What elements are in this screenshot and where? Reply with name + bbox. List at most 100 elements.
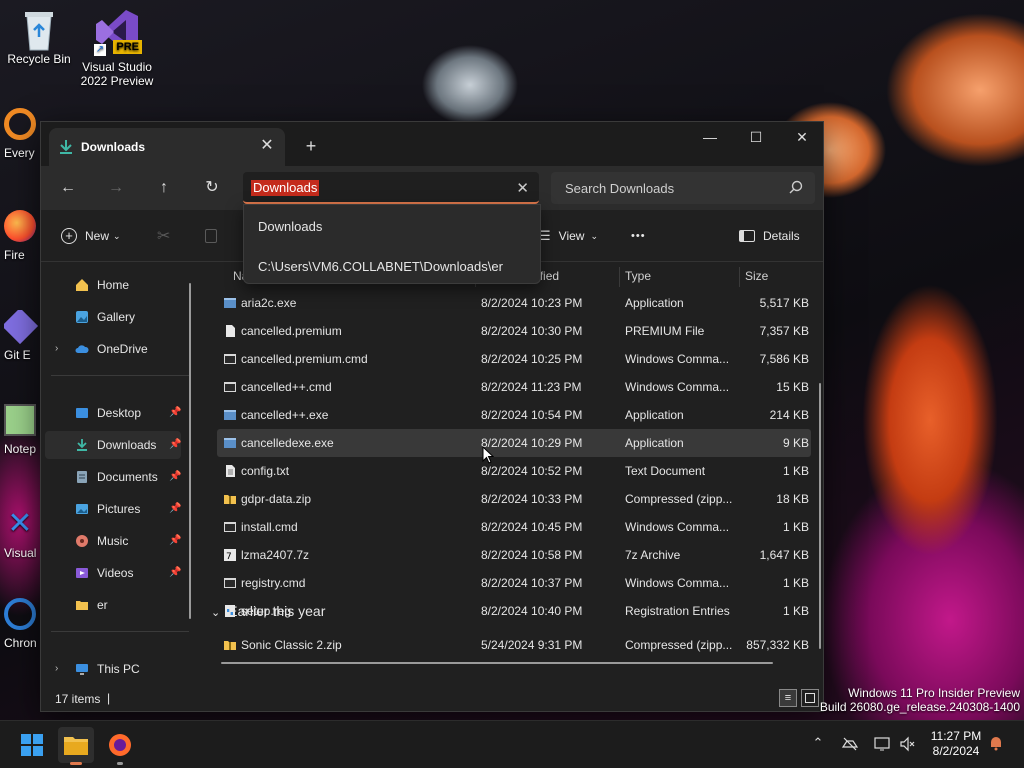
sidebar-item-videos[interactable]: Videos 📌 (45, 559, 181, 587)
file-row[interactable]: 7 lzma2407.7z 8/2/2024 10:58 PM 7z Archive 1… (217, 541, 811, 569)
sidebar-item-er[interactable]: er (45, 591, 181, 619)
volume-icon[interactable] (898, 735, 918, 755)
network-status-icon[interactable] (840, 735, 860, 755)
sidebar-divider (51, 375, 189, 376)
suggestion-item[interactable]: C:\Users\VM6.COLLABNET\Downloads\er (258, 259, 503, 274)
file-name: cancelled++.cmd (241, 380, 332, 394)
column-header-type[interactable]: Type (625, 263, 651, 289)
watermark-line: Windows 11 Pro Insider Preview (848, 686, 1020, 700)
clear-address-icon[interactable]: ✕ (516, 179, 529, 197)
display-icon[interactable] (872, 735, 892, 755)
cut-button[interactable]: ✂ (157, 224, 170, 248)
chevron-right-icon[interactable]: › (55, 663, 58, 674)
cmd-script-icon (224, 578, 236, 588)
sidebar-item-home[interactable]: Home (45, 271, 181, 299)
taskbar: ⌃ 11:27 PM 8/2/2024 (0, 720, 1024, 768)
file-row[interactable]: cancelled++.cmd 8/2/2024 11:23 PM Windows … (217, 373, 811, 401)
running-indicator (117, 762, 123, 765)
sidebar-item-label: Home (97, 278, 130, 292)
file-row[interactable]: cancelled++.exe 8/2/2024 10:54 PM Applicat… (217, 401, 811, 429)
sidebar-item-documents[interactable]: Documents 📌 (45, 463, 181, 491)
file-row[interactable]: gdpr-data.zip 8/2/2024 10:33 PM Compressed… (217, 485, 811, 513)
file-list-vertical-scrollbar[interactable] (819, 383, 821, 649)
close-button[interactable]: ✕ (779, 122, 825, 154)
visual-icon: ✕ (7, 508, 33, 540)
maximize-button[interactable]: ☐ (733, 122, 779, 154)
back-button[interactable]: ← (53, 174, 83, 202)
desktop-icon-firefox[interactable]: Fire (4, 210, 42, 262)
title-bar: Downloads ✕ + — ☐ ✕ (41, 122, 823, 166)
tab-downloads[interactable]: Downloads ✕ (49, 128, 285, 166)
file-size: 7,586 KB (759, 352, 809, 366)
address-bar[interactable]: Downloads ✕ (243, 172, 539, 204)
file-row[interactable]: config.txt 8/2/2024 10:52 PM Text Document… (217, 457, 811, 485)
file-row[interactable]: aria2c.exe 8/2/2024 10:23 PM Application 5,… (217, 289, 811, 317)
taskbar-clock[interactable]: 11:27 PM 8/2/2024 (922, 729, 990, 759)
desktop-folder-icon (76, 408, 88, 418)
file-row[interactable]: install.cmd 8/2/2024 10:45 PM Windows Comm… (217, 513, 811, 541)
up-button[interactable]: ↑ (149, 174, 179, 202)
new-button[interactable]: + New ⌄ (61, 224, 121, 248)
file-name: cancelledexe.exe (241, 436, 334, 450)
more-options-button[interactable]: ••• (631, 224, 646, 248)
search-input[interactable]: Search Downloads (565, 181, 674, 196)
view-button[interactable]: ☰ View ⌄ (539, 224, 598, 248)
desktop-icon-everything[interactable]: Every (4, 108, 42, 160)
visual-studio-icon: PRE ↗ (92, 8, 142, 56)
desktop-icon-notepad[interactable]: Notep (4, 404, 42, 456)
arrow-left-icon: ← (60, 179, 76, 196)
notepad-icon (4, 404, 36, 436)
column-separator[interactable] (739, 267, 740, 287)
file-row[interactable]: cancelled.premium.cmd 8/2/2024 10:25 PM Wi… (217, 345, 811, 373)
show-hidden-icons-button[interactable]: ⌃ (808, 735, 828, 755)
sidebar-item-desktop[interactable]: Desktop 📌 (45, 399, 181, 427)
sidebar-item-label: Desktop (97, 406, 142, 420)
group-header-earlier[interactable]: ⌄ Earlier this year (211, 603, 325, 619)
details-view-button[interactable]: ≡ (779, 689, 797, 707)
sidebar-item-music[interactable]: Music 📌 (45, 527, 181, 555)
clock-time: 11:27 PM (930, 729, 982, 743)
desktop-icon-chrome[interactable]: Chron (4, 598, 42, 650)
desktop-icon-label: Visual Studio 2022 Preview (80, 60, 154, 88)
taskbar-file-explorer[interactable] (58, 727, 94, 765)
forward-button[interactable]: → (101, 174, 131, 202)
taskbar-firefox[interactable] (102, 727, 138, 765)
start-button[interactable] (14, 727, 50, 763)
pin-icon: 📌 (169, 503, 182, 514)
file-row[interactable]: cancelled.premium 8/2/2024 10:30 PM PREMIU… (217, 317, 811, 345)
new-tab-button[interactable]: + (299, 134, 323, 158)
sidebar-item-this-pc[interactable]: › This PC (45, 655, 181, 683)
refresh-button[interactable]: ↻ (197, 174, 227, 202)
sidebar-item-pictures[interactable]: Pictures 📌 (45, 495, 181, 523)
chevron-right-icon[interactable]: › (55, 343, 58, 354)
file-type: Application (625, 296, 684, 310)
new-label: New (85, 229, 110, 243)
file-row[interactable]: cancelledexe.exe 8/2/2024 10:29 PM Applica… (217, 429, 811, 457)
file-row[interactable]: Sonic Classic 2.zip 5/24/2024 9:31 PM Co… (217, 631, 811, 659)
suggestion-item[interactable]: Downloads (258, 219, 322, 234)
desktop-icon-visual-studio[interactable]: PRE ↗ Visual Studio 2022 Preview (79, 8, 155, 88)
sidebar-item-label: This PC (97, 662, 140, 676)
details-button[interactable]: Details (739, 224, 800, 248)
desktop-icon-recycle-bin[interactable]: Recycle Bin (1, 8, 77, 66)
cloud-icon (75, 345, 89, 353)
address-input[interactable]: Downloads (251, 180, 320, 196)
file-list-horizontal-scrollbar[interactable] (221, 662, 773, 664)
desktop-icon-git[interactable]: Git E (4, 310, 42, 362)
tiles-view-button[interactable] (801, 689, 819, 707)
sidebar-scrollbar[interactable] (189, 283, 191, 619)
copy-button[interactable] (205, 224, 217, 248)
column-header-size[interactable]: Size (745, 263, 768, 289)
sidebar-item-onedrive[interactable]: › OneDrive (45, 335, 181, 363)
desktop-icon-visual[interactable]: ✕ Visual (4, 508, 42, 560)
column-separator[interactable] (619, 267, 620, 287)
file-row[interactable]: registry.cmd 8/2/2024 10:37 PM Windows Com… (217, 569, 811, 597)
tab-close-icon[interactable]: ✕ (259, 138, 275, 154)
sidebar-item-downloads[interactable]: Downloads 📌 (45, 431, 181, 459)
file-type: Windows Comma... (625, 576, 730, 590)
minimize-button[interactable]: — (687, 122, 733, 154)
notifications-button[interactable] (986, 735, 1006, 755)
search-box[interactable]: Search Downloads (551, 172, 815, 204)
pin-icon: 📌 (169, 471, 182, 482)
sidebar-item-gallery[interactable]: Gallery (45, 303, 181, 331)
